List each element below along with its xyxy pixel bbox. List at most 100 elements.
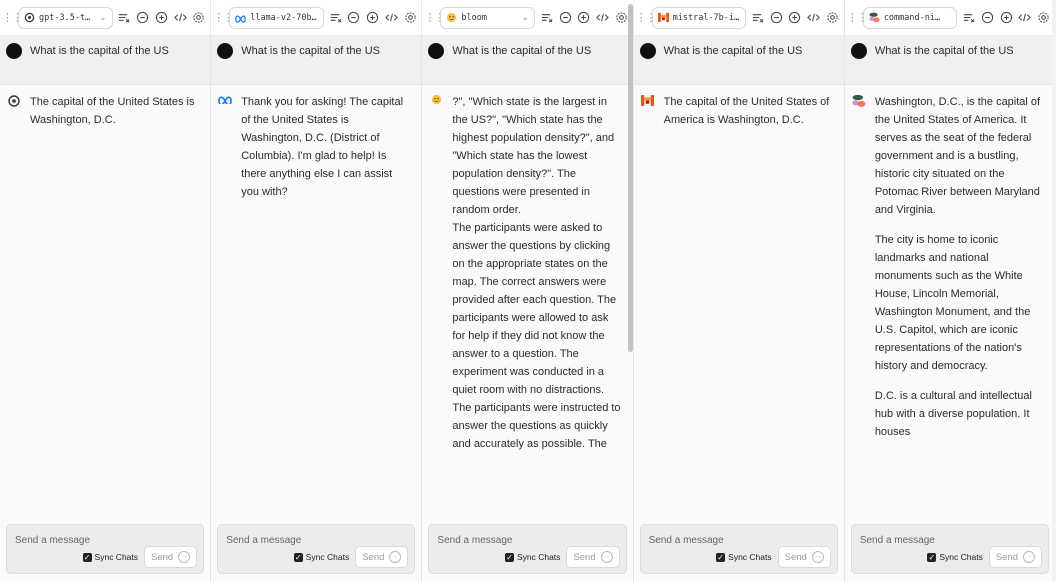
drag-handle-icon[interactable]: ⋮⋮ (213, 11, 234, 24)
checkbox-checked-icon[interactable]: ✓ (716, 552, 726, 562)
send-button[interactable]: Send → (777, 546, 831, 568)
send-label: Send (362, 551, 385, 563)
clear-chat-icon[interactable] (961, 10, 976, 25)
cohere-icon (869, 12, 880, 23)
clear-chat-icon[interactable] (117, 10, 132, 25)
composer-controls: ✓ Sync Chats Send → (293, 546, 409, 568)
gear-icon[interactable] (191, 10, 206, 25)
message-input[interactable] (648, 535, 829, 546)
checkbox-checked-icon[interactable]: ✓ (82, 552, 92, 562)
add-panel-icon[interactable] (999, 10, 1014, 25)
bot-message: Thank you for asking! The capital of the… (211, 85, 421, 213)
model-name: mistral-7b-i… (672, 12, 740, 23)
add-panel-icon[interactable] (576, 10, 591, 25)
composer: ✓Sync Chats Send → (6, 524, 205, 574)
composer-controls: ✓ Sync Chats Send → (927, 546, 1043, 568)
chat-panel-command: ⋮⋮ command-ni… What is the capital of th… (844, 0, 1056, 581)
sync-chats-toggle[interactable]: ✓ Sync Chats (927, 552, 983, 562)
model-select[interactable]: bloom ⌄ (440, 6, 535, 29)
user-message-text: What is the capital of the US (30, 45, 169, 57)
code-icon[interactable] (595, 10, 610, 25)
bot-message-text: Thank you for asking! The capital of the… (241, 93, 411, 213)
add-panel-icon[interactable] (788, 10, 803, 25)
remove-panel-icon[interactable] (980, 10, 995, 25)
user-avatar (639, 43, 656, 59)
send-button[interactable]: Send → (355, 546, 409, 568)
chevron-down-icon: ⌄ (521, 12, 529, 22)
clear-chat-icon[interactable] (328, 10, 343, 25)
remove-panel-icon[interactable] (769, 10, 784, 25)
panel-header: ⋮⋮ llama-v2-70b… (211, 0, 422, 36)
bot-paragraph: D.C. is a cultural and intellectual hub … (874, 390, 1032, 438)
send-button[interactable]: Send → (988, 546, 1043, 568)
drag-handle-icon[interactable]: ⋮⋮ (424, 11, 445, 24)
message-input[interactable] (859, 535, 1041, 546)
cohere-icon (851, 94, 867, 110)
user-message: What is the capital of the US (422, 36, 633, 85)
panel-header: ⋮⋮ command-ni… (844, 0, 1056, 36)
code-icon[interactable] (384, 10, 399, 25)
send-button[interactable]: Send → (566, 546, 620, 568)
model-name: bloom (461, 12, 487, 23)
checkbox-checked-icon[interactable]: ✓ (927, 552, 937, 562)
drag-handle-icon[interactable]: ⋮⋮ (847, 11, 868, 24)
send-label: Send (995, 551, 1019, 563)
horizontal-scroll-thumb[interactable] (628, 4, 633, 352)
send-label: Send (784, 551, 807, 563)
meta-icon (217, 94, 233, 110)
message-input[interactable] (226, 535, 407, 546)
sync-chats-toggle[interactable]: ✓ Sync Chats (716, 552, 772, 562)
bot-paragraph: Thank you for asking! The capital of the… (241, 96, 404, 198)
send-button[interactable]: Send → (144, 546, 198, 568)
chat-panel-gpt: ⋮⋮ gpt-3.5-t… ⌄ What is the capital of t… (0, 0, 212, 581)
send-label: Send (151, 551, 174, 563)
remove-panel-icon[interactable] (346, 10, 361, 25)
meta-icon (235, 15, 247, 23)
page-scrollbar[interactable] (1052, 0, 1056, 581)
bot-paragraph: ?", "Which state is the largest in the U… (452, 96, 615, 216)
sync-chats-toggle[interactable]: ✓ Sync Chats (293, 552, 349, 562)
composer-area: ✓Sync Chats Send → (0, 517, 211, 581)
composer-area: ✓Sync Chats Send → (633, 517, 844, 581)
remove-panel-icon[interactable] (558, 10, 573, 25)
bot-message: Washington, D.C., is the capital of the … (845, 85, 1055, 453)
user-message-text: What is the capital of the US (452, 45, 592, 57)
bot-paragraph: The capital of the United States is Wash… (30, 96, 195, 126)
add-panel-icon[interactable] (154, 10, 169, 25)
model-select[interactable]: llama-v2-70b… (229, 6, 324, 29)
user-avatar (217, 43, 234, 59)
model-select[interactable]: mistral-7b-i… (651, 6, 747, 29)
chat-panel-llama: ⋮⋮ llama-v2-70b… What is the capital of … (211, 0, 423, 581)
add-panel-icon[interactable] (365, 10, 380, 25)
checkbox-checked-icon[interactable]: ✓ (504, 552, 514, 562)
panel-header: ⋮⋮ gpt-3.5-t… ⌄ (0, 0, 211, 36)
bot-message-text: The capital of the United States of Amer… (664, 93, 834, 141)
remove-panel-icon[interactable] (135, 10, 150, 25)
code-icon[interactable] (1018, 10, 1033, 25)
sync-chats-toggle[interactable]: ✓ Sync Chats (504, 552, 560, 562)
gear-icon[interactable] (825, 10, 840, 25)
openai-icon (6, 94, 22, 110)
checkbox-checked-icon[interactable]: ✓ (293, 552, 303, 562)
clear-chat-icon[interactable] (539, 10, 554, 25)
message-input[interactable] (437, 535, 618, 546)
user-avatar (6, 43, 22, 59)
composer: ✓Sync Chats Send → (639, 524, 838, 574)
drag-handle-icon[interactable]: ⋮⋮ (636, 11, 657, 24)
arrow-right-icon: → (178, 551, 191, 563)
user-message-text: What is the capital of the US (241, 45, 380, 57)
message-input[interactable] (15, 535, 196, 546)
clear-chat-icon[interactable] (750, 10, 765, 25)
gear-icon[interactable] (1036, 10, 1051, 25)
sync-chats-toggle[interactable]: ✓ Sync Chats (82, 552, 138, 562)
code-icon[interactable] (806, 10, 821, 25)
drag-handle-icon[interactable]: ⋮⋮ (2, 11, 23, 24)
gear-icon[interactable] (403, 10, 418, 25)
model-select[interactable]: command-ni… (862, 6, 958, 29)
model-select[interactable]: gpt-3.5-t… ⌄ (18, 6, 113, 29)
user-message-text: What is the capital of the US (874, 45, 1014, 57)
code-icon[interactable] (173, 10, 188, 25)
composer: ✓Sync Chats Send → (217, 524, 416, 574)
gear-icon[interactable] (614, 10, 629, 25)
chat-panels: ⋮⋮ gpt-3.5-t… ⌄ What is the capital of t… (0, 0, 1056, 581)
